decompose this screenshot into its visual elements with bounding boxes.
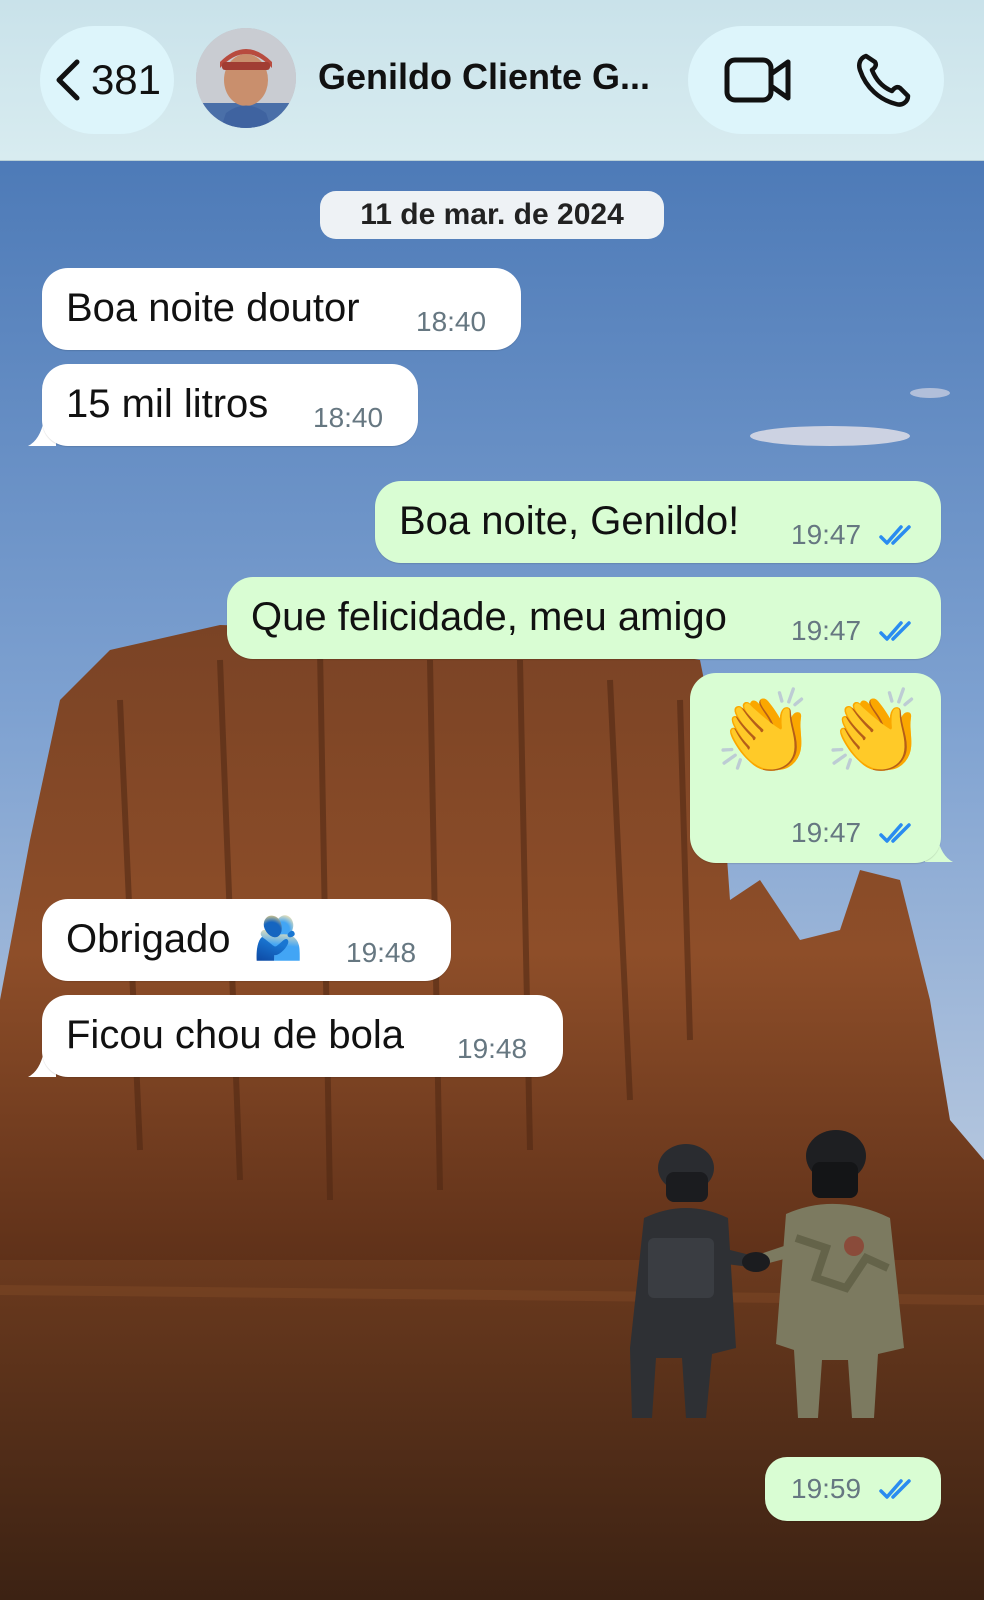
avatar[interactable] <box>196 28 296 128</box>
message-time: 19:59 <box>791 1473 862 1504</box>
message-text: Obrigado <box>66 917 231 961</box>
sticker-meta-bubble[interactable]: 19:59 <box>765 1457 941 1521</box>
message-time: 18:40 <box>313 402 384 433</box>
double-check-icon <box>879 823 911 843</box>
message-bubble-outgoing[interactable]: Boa noite, Genildo! 19:47 <box>375 481 941 563</box>
double-check-icon <box>879 621 911 641</box>
contact-photo <box>196 28 296 128</box>
contact-name[interactable]: Genildo Cliente G... <box>318 56 648 98</box>
message-text: Ficou chou de bola <box>66 1013 405 1057</box>
message-time: 19:47 <box>791 519 862 550</box>
message-text: Boa noite doutor <box>66 286 360 330</box>
message-time: 18:40 <box>416 306 487 337</box>
message-bubble-incoming[interactable]: Boa noite doutor 18:40 <box>42 268 521 350</box>
message-time: 19:48 <box>457 1033 528 1064</box>
message-bubble-incoming[interactable]: Ficou chou de bola 19:48 <box>42 995 563 1077</box>
message-bubble-incoming[interactable]: 15 mil litros 18:40 <box>42 364 418 446</box>
message-time: 19:48 <box>346 937 417 968</box>
date-separator: 11 de mar. de 2024 <box>320 191 664 239</box>
chevron-left-icon <box>56 59 80 101</box>
back-button[interactable]: 381 <box>40 26 174 134</box>
message-bubble-outgoing[interactable]: Que felicidade, meu amigo 19:47 <box>227 577 941 659</box>
emoji-message: 👏👏 <box>714 685 935 780</box>
double-check-icon <box>879 525 911 545</box>
unread-count: 381 <box>90 56 162 103</box>
hug-emoji: 🫂 <box>252 913 305 962</box>
double-check-icon <box>879 1479 911 1499</box>
message-time: 19:47 <box>791 615 862 646</box>
video-camera-icon[interactable] <box>724 52 792 108</box>
call-actions <box>688 26 944 134</box>
message-text: Que felicidade, meu amigo <box>251 595 727 639</box>
message-bubble-incoming[interactable]: Obrigado 🫂 19:48 <box>42 899 451 981</box>
message-bubble-outgoing-emoji[interactable]: 👏👏 19:47 <box>690 673 941 863</box>
sticker-image[interactable] <box>626 1128 936 1438</box>
message-text: 15 mil litros <box>66 382 269 426</box>
message-text: Boa noite, Genildo! <box>399 499 740 543</box>
phone-icon[interactable] <box>852 52 920 108</box>
chat-header: 381 Genildo Cliente G... <box>0 0 984 161</box>
message-time: 19:47 <box>791 817 862 848</box>
